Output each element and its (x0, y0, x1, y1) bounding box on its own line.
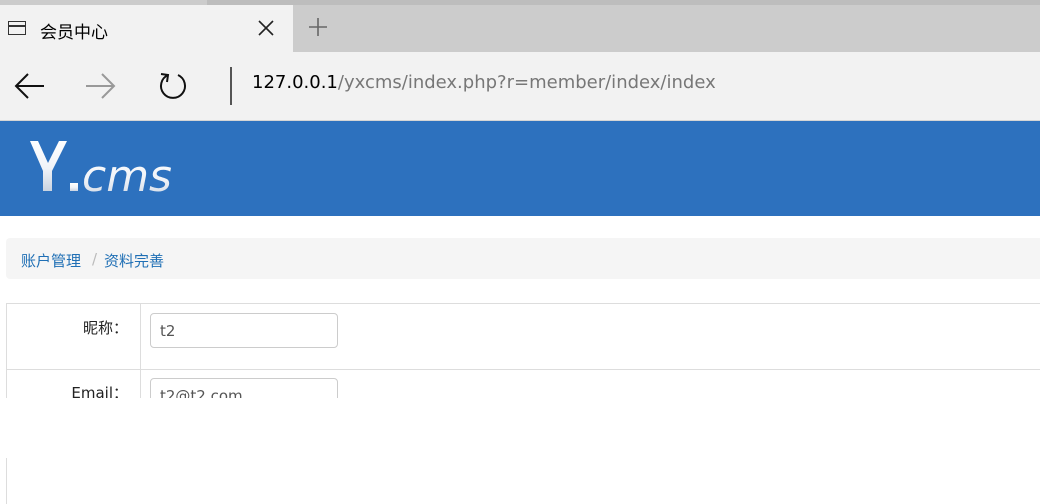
nickname-input[interactable] (150, 313, 338, 348)
page-icon (8, 21, 26, 35)
breadcrumb-separator: / (92, 250, 98, 268)
breadcrumb: 账户管理 / 资料完善 (6, 238, 1040, 279)
svg-text:cms: cms (82, 151, 172, 199)
back-arrow-icon[interactable] (12, 69, 46, 103)
nickname-label: 昵称： (82, 319, 128, 337)
forward-arrow-icon[interactable] (84, 69, 118, 103)
close-icon[interactable] (252, 14, 280, 42)
nav-bar: 127.0.0.1/yxcms/index.php?r=member/index… (0, 52, 1040, 121)
form-row-nickname: 昵称： (7, 304, 1040, 370)
refresh-icon[interactable] (156, 69, 190, 103)
page-bottom (0, 398, 1040, 458)
tab-strip: 会员中心 (0, 0, 1040, 52)
tab-strip-divider (207, 0, 1040, 5)
site-logo[interactable]: cms (26, 135, 196, 199)
address-path: /yxcms/index.php?r=member/index/index (337, 72, 716, 93)
browser-tab[interactable]: 会员中心 (0, 5, 293, 52)
site-header: cms (0, 121, 1040, 216)
address-host: 127.0.0.1 (252, 72, 338, 93)
address-divider (230, 67, 232, 105)
breadcrumb-item-account[interactable]: 账户管理 (21, 250, 81, 271)
plus-icon[interactable] (303, 12, 333, 42)
tab-title: 会员中心 (40, 23, 108, 43)
address-bar[interactable]: 127.0.0.1/yxcms/index.php?r=member/index… (252, 72, 716, 93)
breadcrumb-item-profile[interactable]: 资料完善 (104, 250, 164, 271)
label-cell: 昵称： (7, 304, 141, 369)
